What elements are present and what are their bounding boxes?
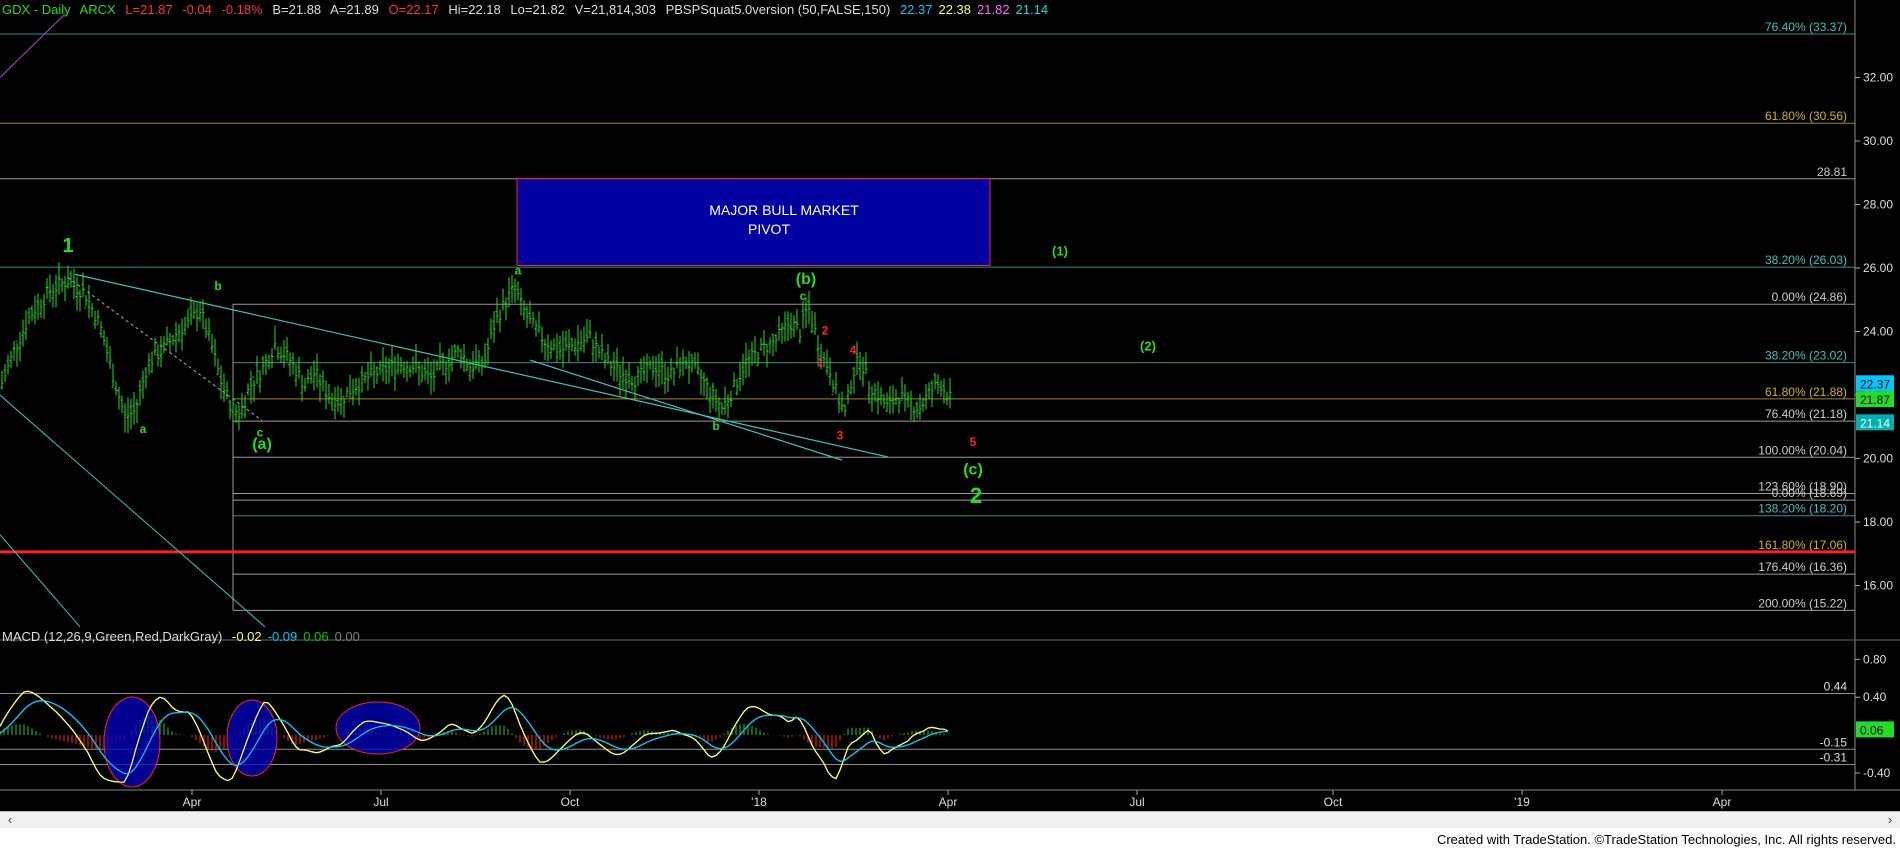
macd-highlight-ellipse	[103, 696, 161, 788]
wave-label: 4	[850, 343, 857, 357]
price-chart[interactable]: 76.40% (33.37) 61.80% (30.56) 28.81 38.20% …	[0, 0, 1900, 811]
fib-level-label: 38.20% (23.02)	[1765, 349, 1847, 363]
footer: Created with TradeStation. ©TradeStation…	[0, 828, 1900, 850]
open-price: O=22.17	[388, 2, 439, 17]
wave-label: a	[515, 263, 522, 277]
indicator-values: 22.37 22.38 21.82 21.14	[900, 2, 1054, 17]
wave-label: (b)	[796, 271, 816, 288]
pivot-box-line1: MAJOR BULL MARKET	[709, 202, 859, 218]
macd-header: MACD (12,26,9,Green,Red,DarkGray) -0.02-…	[2, 629, 372, 644]
macd-value: -0.02	[231, 629, 262, 644]
macd-marker-label: 0.06	[1860, 723, 1884, 737]
low-price: Lo=21.82	[510, 2, 565, 17]
purple-trend-line	[0, 13, 66, 78]
price-tick-label: 16.00	[1863, 579, 1893, 593]
change-pct: -0.18%	[221, 2, 263, 17]
scroll-right-button[interactable]: ›	[1882, 812, 1898, 828]
macd-value: -0.09	[267, 629, 298, 644]
time-tick-label: '19	[1514, 795, 1530, 809]
bid-price: B=21.88	[272, 2, 322, 17]
scroll-left-button[interactable]: ‹	[2, 812, 18, 828]
last-price: L=21.87	[125, 2, 173, 17]
indicator-name: PBSPSquat5.0version (50,FALSE,150)	[665, 2, 891, 17]
time-tick-label: '18	[751, 795, 767, 809]
wave-label: b	[214, 279, 221, 293]
time-tick-label: Apr	[1713, 795, 1732, 809]
price-header: GDX - Daily ARCX L=21.87 -0.04 -0.18% B=…	[2, 2, 1060, 17]
ask-price: A=21.89	[330, 2, 379, 17]
macd-level-label: -0.31	[1820, 750, 1848, 764]
macd-level-label: -0.15	[1820, 735, 1848, 749]
macd-tick-label: -0.40	[1863, 766, 1891, 780]
footer-credit: Created with TradeStation. ©TradeStation…	[1436, 832, 1896, 847]
time-tick-label: Apr	[183, 795, 202, 809]
channel-line-1	[0, 394, 266, 628]
wave-label: a	[140, 422, 147, 436]
fib-level-label: 61.80% (30.56)	[1765, 109, 1847, 123]
fib-level-label: 161.80% (17.06)	[1758, 538, 1847, 552]
wave-label: b	[712, 419, 719, 433]
fib-level-label: 0.00% (24.86)	[1772, 290, 1847, 304]
time-tick-label: Oct	[561, 795, 580, 809]
price-marker-label: 21.87	[1860, 393, 1890, 407]
wave-label: (2)	[1140, 339, 1156, 354]
symbol-label: GDX - Daily	[2, 2, 71, 17]
time-tick-label: Jul	[1129, 795, 1144, 809]
wave-label: 5	[970, 435, 977, 449]
exchange-label: ARCX	[79, 2, 116, 17]
indicator-value: 22.37	[899, 2, 933, 17]
fib-level-label: 76.40% (33.37)	[1765, 20, 1847, 34]
wave-label: (c)	[963, 461, 983, 478]
wave-label: 2	[970, 483, 982, 508]
macd-tick-label: 0.80	[1863, 652, 1887, 666]
time-tick-label: Apr	[939, 795, 958, 809]
volume-value: V=21,814,303	[574, 2, 656, 17]
fib-level-label: 76.40% (21.18)	[1765, 407, 1847, 421]
pivot-box-line2: PIVOT	[748, 221, 790, 237]
price-tick-label: 18.00	[1863, 515, 1893, 529]
fib-level-label: 138.20% (18.20)	[1758, 502, 1847, 516]
fib-level-label: 0.00% (18.69)	[1772, 486, 1847, 500]
fib-level-label: 38.20% (26.03)	[1765, 253, 1847, 267]
price-tick-label: 24.00	[1863, 325, 1893, 339]
price-tick-label: 32.00	[1863, 71, 1893, 85]
macd-value: 0.06	[303, 629, 329, 644]
fib-level-label: 176.40% (16.36)	[1758, 560, 1847, 574]
horizontal-scrollbar[interactable]: ‹ ›	[0, 811, 1900, 828]
macd-value: 0.00	[334, 629, 360, 644]
price-tick-label: 28.00	[1863, 198, 1893, 212]
price-tick-label: 26.00	[1863, 261, 1893, 275]
fib-level-label: 100.00% (20.04)	[1758, 443, 1847, 457]
high-price: Hi=22.18	[448, 2, 501, 17]
downtrend-line-lower	[529, 359, 843, 461]
wave-label: 2	[822, 324, 829, 338]
indicator-value: 22.38	[938, 2, 972, 17]
wave-label: 1	[62, 235, 73, 257]
wave-label: (1)	[1052, 243, 1068, 258]
wave-label: 3	[837, 428, 844, 442]
fib-level-label: 28.81	[1817, 165, 1847, 179]
wave-label: 1	[817, 355, 824, 369]
macd-tick-label: 0.40	[1863, 690, 1887, 704]
time-tick-label: Jul	[373, 795, 388, 809]
indicator-value: 21.82	[977, 2, 1010, 17]
price-tick-label: 20.00	[1863, 452, 1893, 466]
fib-level-label: 61.80% (21.88)	[1765, 385, 1847, 399]
wave-label: c	[800, 289, 807, 303]
indicator-value: 21.14	[1015, 2, 1049, 17]
price-tick-label: 30.00	[1863, 134, 1893, 148]
chart-window: 76.40% (33.37) 61.80% (30.56) 28.81 38.20% …	[0, 0, 1900, 850]
time-tick-label: Oct	[1324, 795, 1343, 809]
channel-line-2	[0, 534, 81, 628]
macd-title: MACD (12,26,9,Green,Red,DarkGray)	[2, 629, 223, 644]
wave-label: (a)	[252, 436, 272, 453]
macd-level-label: 0.44	[1824, 679, 1848, 693]
macd-values: -0.02 -0.09 0.06 0.00	[232, 629, 366, 644]
price-marker-label: 21.14	[1860, 416, 1890, 430]
price-marker-label: 22.37	[1860, 377, 1890, 391]
fib-level-label: 200.00% (15.22)	[1758, 596, 1847, 610]
change-value: -0.04	[182, 2, 212, 17]
